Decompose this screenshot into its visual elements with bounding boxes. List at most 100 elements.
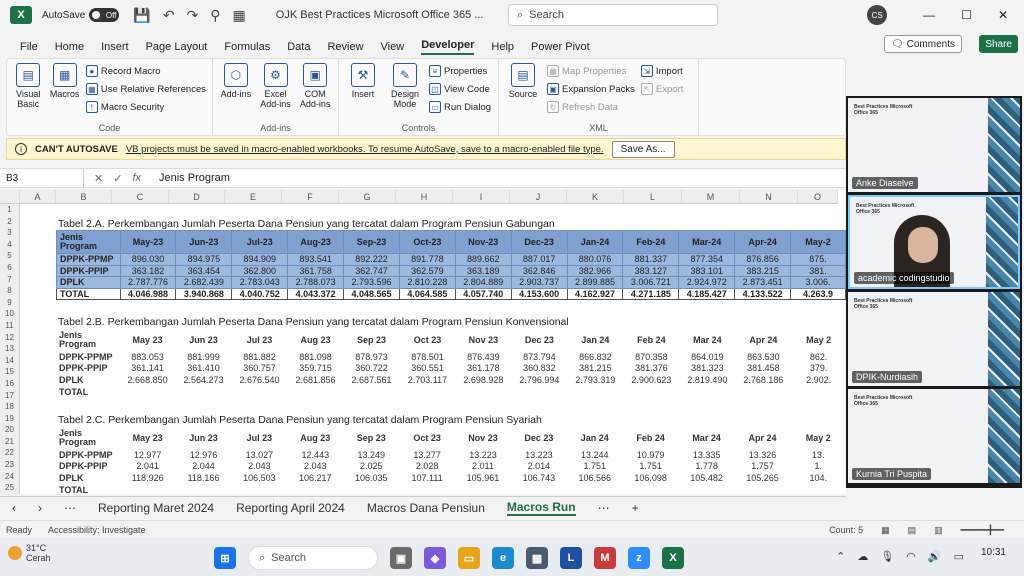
tab-file[interactable]: File [20, 41, 38, 53]
total-value-cell[interactable] [455, 386, 511, 398]
value-cell[interactable]: 106.217 [287, 472, 343, 484]
page-layout-icon[interactable]: ▤ [908, 525, 917, 536]
save-as-button[interactable]: Save As... [611, 140, 675, 158]
value-cell[interactable]: 383.127 [622, 264, 680, 278]
value-cell[interactable]: 2.011 [455, 461, 511, 473]
value-cell[interactable]: 2.564.273 [176, 374, 232, 386]
total-value-cell[interactable] [232, 386, 288, 398]
value-cell[interactable]: 2.819.490 [679, 374, 735, 386]
value-cell[interactable]: 881.098 [288, 351, 344, 363]
row-header[interactable]: 7 [0, 274, 19, 286]
value-cell[interactable]: 2.044 [176, 461, 232, 473]
value-cell[interactable]: 106.035 [343, 472, 399, 484]
month-header-cell[interactable]: Sep 23 [343, 426, 399, 449]
cloud-icon[interactable]: ☁ [857, 550, 868, 563]
value-cell[interactable]: 383.101 [678, 264, 736, 278]
row-label-cell[interactable]: DPPK-PPIP [56, 461, 120, 473]
row-header[interactable]: 20 [0, 424, 19, 436]
row-header[interactable]: 4 [0, 239, 19, 251]
value-cell[interactable]: 13.277 [399, 449, 455, 461]
value-cell[interactable]: 3.006.721 [622, 276, 680, 289]
value-cell[interactable]: 862. [791, 351, 846, 363]
zoom-slider[interactable]: ━━━━━╋━━ [961, 525, 1004, 536]
value-cell[interactable]: 2.668.850 [120, 374, 176, 386]
value-cell[interactable]: 2.793.596 [343, 276, 400, 289]
value-cell[interactable]: 3.006. [790, 276, 846, 289]
value-cell[interactable]: 891.778 [398, 253, 456, 266]
tab-power-pivot[interactable]: Power Pivot [531, 41, 590, 53]
total-label-cell[interactable]: TOTAL [56, 386, 120, 398]
autosave-switch[interactable]: Off [89, 8, 120, 22]
save-icon[interactable]: 💾 [133, 7, 150, 24]
function-icon[interactable]: fx [132, 172, 141, 185]
value-cell[interactable]: 362.846 [510, 264, 568, 278]
participant-tile[interactable]: Best Practices Microsoft Office 365 Anke … [848, 98, 1020, 192]
month-header-cell[interactable]: Oct-23 [398, 230, 456, 254]
search-input[interactable]: ⌕ Search [508, 4, 718, 26]
tab-home[interactable]: Home [55, 41, 84, 53]
tab-help[interactable]: Help [491, 41, 514, 53]
total-value-cell[interactable] [344, 386, 400, 398]
total-label-cell[interactable]: TOTAL [56, 484, 120, 494]
total-value-cell[interactable]: 4.185.427 [678, 287, 736, 301]
month-header-cell[interactable]: Jul 23 [232, 328, 288, 351]
excel-taskbar-icon[interactable]: X [662, 547, 684, 569]
value-cell[interactable]: 2.014 [511, 461, 567, 473]
value-cell[interactable]: 360.551 [400, 363, 456, 375]
row-label-cell[interactable]: DPPK-PPMP [56, 449, 120, 461]
tab-data[interactable]: Data [287, 41, 310, 53]
format-painter-icon[interactable]: ⚲ [210, 7, 220, 24]
month-header-cell[interactable]: May-2 [790, 230, 846, 254]
volume-icon[interactable]: 🔊 [928, 550, 942, 563]
total-label-cell[interactable]: TOTAL [56, 287, 121, 301]
relative-references-button[interactable]: ▦ Use Relative References [85, 83, 206, 95]
month-header-cell[interactable]: Oct 23 [400, 328, 456, 351]
row-header[interactable]: 13 [0, 343, 19, 355]
value-cell[interactable]: 361.141 [120, 363, 176, 375]
sheet-tab[interactable]: Macros Run [506, 500, 576, 516]
spreadsheet-grid[interactable]: ABCDEFGHIJKLMNO 1 2 3 4 5 6 7 8 9 10 11 12 13 14 15 16 1… [0, 190, 846, 494]
zoom-icon[interactable]: z [628, 547, 650, 569]
value-cell[interactable]: 893.541 [287, 253, 345, 266]
month-header-cell[interactable]: Mar-24 [678, 230, 736, 254]
view-code-button[interactable]: ◫ View Code [429, 83, 491, 95]
participant-tile[interactable]: Best Practices Microsoft Office 365 DPIK-… [848, 292, 1020, 386]
total-value-cell[interactable]: 4.133.522 [734, 287, 792, 301]
row-header[interactable]: 11 [0, 320, 19, 332]
name-box[interactable]: B3 [0, 169, 84, 187]
month-header-cell[interactable]: Jan 24 [567, 328, 623, 351]
month-header-cell[interactable]: May 2 [790, 426, 846, 449]
value-cell[interactable]: 12.443 [287, 449, 343, 461]
month-header-cell[interactable]: Feb 24 [623, 328, 679, 351]
month-header-cell[interactable]: May 2 [791, 328, 846, 351]
form-icon[interactable]: ▦ [233, 7, 246, 24]
total-value-cell[interactable] [176, 386, 232, 398]
more-sheets-icon[interactable]: ⋯ [598, 501, 610, 515]
total-value-cell[interactable] [679, 386, 735, 398]
value-cell[interactable]: 2.783.043 [231, 276, 289, 289]
value-cell[interactable]: 883.053 [120, 351, 176, 363]
month-header-cell[interactable]: Nov-23 [454, 230, 512, 254]
value-cell[interactable]: 2.041 [120, 461, 176, 473]
value-cell[interactable]: 1.751 [567, 461, 623, 473]
sheet-tab[interactable]: Macros Dana Pensiun [367, 501, 485, 515]
value-cell[interactable]: 10.979 [623, 449, 679, 461]
row-header[interactable]: 10 [0, 308, 19, 320]
month-header-cell[interactable]: Aug-23 [287, 230, 345, 254]
value-cell[interactable]: 1. [790, 461, 846, 473]
value-cell[interactable]: 2.043 [287, 461, 343, 473]
launcher-icon[interactable]: L [560, 547, 582, 569]
value-cell[interactable]: 2.025 [343, 461, 399, 473]
value-cell[interactable]: 106.503 [231, 472, 287, 484]
value-cell[interactable]: 2.682.439 [175, 276, 233, 289]
header-cell[interactable]: Jenis Program [56, 328, 120, 351]
sheet-tab[interactable]: Reporting Maret 2024 [98, 501, 214, 515]
total-value-cell[interactable] [791, 386, 846, 398]
widgets-icon[interactable]: ▣ [390, 547, 412, 569]
row-header[interactable]: 9 [0, 297, 19, 309]
row-header[interactable]: 2 [0, 216, 19, 228]
tab-scroll-right-icon[interactable]: › [38, 501, 42, 515]
tab-view[interactable]: View [381, 41, 405, 53]
value-cell[interactable]: 2.676.540 [232, 374, 288, 386]
value-cell[interactable]: 881.999 [176, 351, 232, 363]
